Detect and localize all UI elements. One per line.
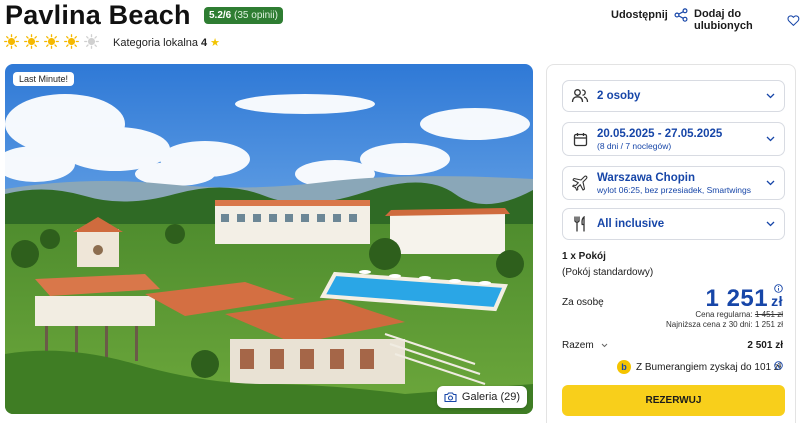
star-icon: ★ — [210, 37, 221, 49]
regular-price-value: 1 451 zł — [754, 310, 783, 319]
bumerang-promo: b Z Bumerangiem zyskaj do 101 zł — [617, 360, 781, 374]
plane-icon — [572, 175, 588, 191]
per-person-label: Za osobę — [562, 297, 604, 308]
favorite-label: Dodaj do ulubionych — [694, 8, 753, 32]
hotel-photo[interactable]: Last Minute! Galeria (29) — [5, 64, 533, 414]
departure-airport: Warszawa Chopin — [597, 171, 695, 184]
users-icon — [571, 89, 589, 103]
chevron-down-icon — [601, 343, 608, 348]
total-price: 2 501 zł — [747, 340, 783, 351]
sun-icon-inactive — [84, 34, 99, 49]
dates-select[interactable]: 20.05.2025 - 27.05.2025 (8 dni / 7 nocle… — [562, 122, 785, 156]
local-category: Kategoria lokalna 4 ★ — [113, 36, 221, 50]
total-toggle[interactable]: Razem — [562, 340, 608, 351]
total-label: Razem — [562, 340, 594, 351]
gallery-button[interactable]: Galeria (29) — [436, 386, 527, 408]
flight-select[interactable]: Warszawa Chopin wylot 06:25, bez przesia… — [562, 166, 785, 200]
category-label: Kategoria lokalna — [113, 36, 199, 49]
share-button[interactable]: Udostępnij — [611, 8, 688, 22]
bumerang-logo-icon: b — [617, 360, 631, 374]
dates-duration: (8 dni / 7 noclegów) — [597, 140, 672, 151]
sun-icon — [4, 34, 19, 49]
camera-icon — [444, 392, 457, 403]
sun-icon — [44, 34, 59, 49]
price-currency: zł — [771, 293, 783, 309]
heart-icon — [787, 14, 800, 26]
price-per-person: 1 251 zł — [706, 285, 783, 313]
regular-price: Cena regularna: 1 451 zł — [695, 310, 783, 319]
reserve-button[interactable]: REZERWUJ — [562, 385, 785, 416]
flight-details: wylot 06:25, bez przesiadek, Smartwings — [597, 184, 752, 195]
share-label: Udostępnij — [611, 9, 668, 21]
hotel-photo-image — [5, 64, 533, 414]
rating-score: 5.2/6 — [209, 10, 232, 21]
rating-badge[interactable]: 5.2/6 (35 opinii) — [204, 7, 283, 24]
lowest-price-30-days: Najniższa cena z 30 dni: 1 251 zł — [666, 320, 783, 329]
info-icon[interactable] — [774, 361, 783, 370]
guests-value: 2 osoby — [597, 90, 641, 102]
sun-icon — [24, 34, 39, 49]
sun-rating — [4, 34, 99, 49]
board-select[interactable]: All inclusive — [562, 208, 785, 240]
gallery-label: Galeria (29) — [461, 391, 520, 403]
chevron-down-icon — [766, 93, 774, 99]
board-value: All inclusive — [597, 218, 665, 230]
rating-count: (35 opinii) — [234, 10, 278, 21]
last-minute-badge: Last Minute! — [13, 72, 75, 86]
dates-value: 20.05.2025 - 27.05.2025 — [597, 127, 723, 140]
cutlery-icon — [574, 216, 585, 232]
room-type: (Pokój standardowy) — [562, 267, 654, 278]
room-count: 1 x Pokój — [562, 251, 606, 262]
chevron-down-icon — [766, 136, 774, 142]
regular-price-label: Cena regularna: — [695, 310, 753, 319]
favorite-button[interactable]: Dodaj do ulubionych — [694, 8, 800, 32]
share-icon — [674, 8, 688, 22]
sun-icon — [64, 34, 79, 49]
price-value: 1 251 — [705, 285, 769, 312]
chevron-down-icon — [766, 221, 774, 227]
booking-panel: 2 osoby 20.05.2025 - 27.05.2025 (8 dni /… — [546, 64, 796, 423]
category-value: 4 — [201, 36, 208, 49]
chevron-down-icon — [766, 180, 774, 186]
bumerang-text: Z Bumerangiem zyskaj do 101 zł — [636, 361, 782, 373]
guests-select[interactable]: 2 osoby — [562, 80, 785, 112]
calendar-icon — [573, 132, 587, 146]
hotel-name: Pavlina Beach — [5, 0, 191, 30]
